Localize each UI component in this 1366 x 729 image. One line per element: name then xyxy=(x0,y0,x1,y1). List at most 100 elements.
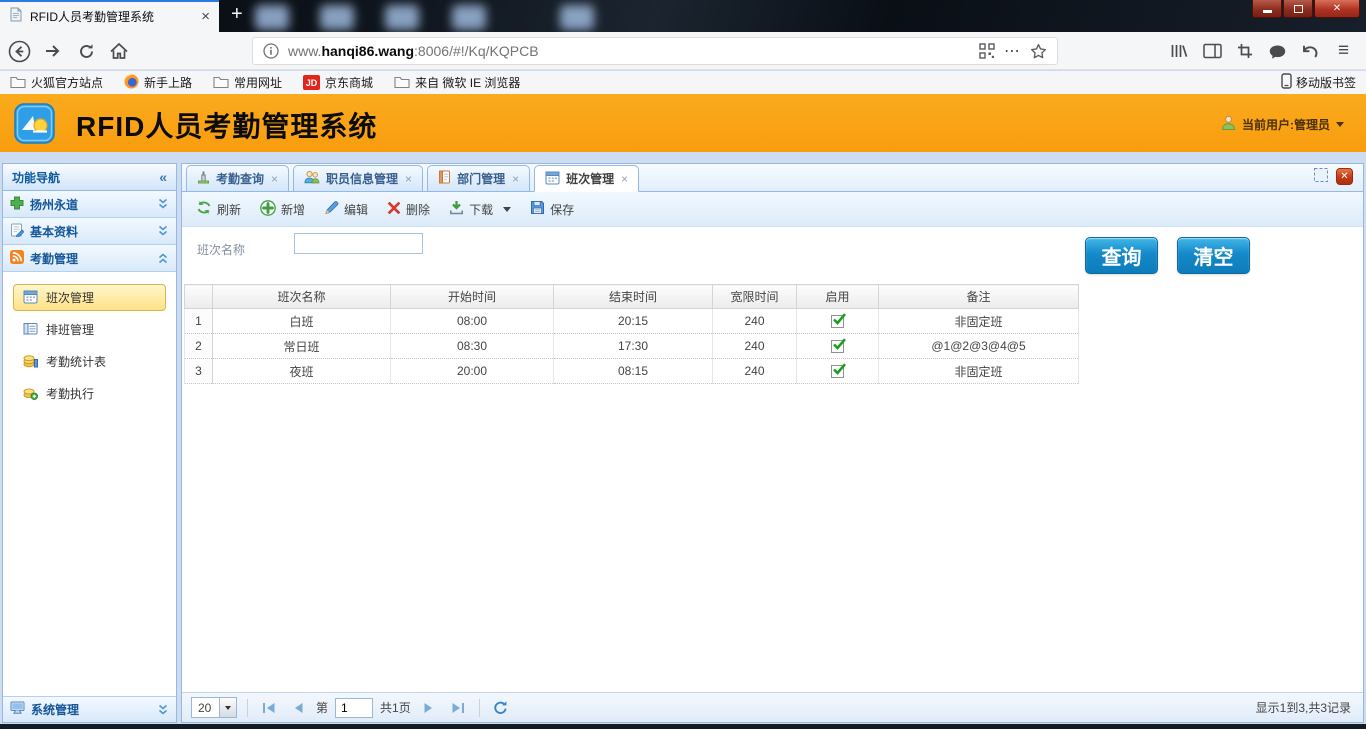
computer-icon xyxy=(10,701,25,718)
tab-department[interactable]: 部门管理 × xyxy=(427,165,530,192)
tab-staff-info[interactable]: 职员信息管理 × xyxy=(293,165,423,192)
browser-tab[interactable]: RFID人员考勤管理系统 × xyxy=(0,0,219,32)
bookmark-item[interactable]: 常用网址 xyxy=(213,74,282,91)
add-button[interactable]: 新增 xyxy=(253,196,312,223)
tab-close-icon[interactable]: × xyxy=(405,172,412,186)
tab-close-icon[interactable]: × xyxy=(621,172,628,186)
dropdown-caret-icon xyxy=(503,207,511,212)
table-row[interactable]: 2 常日班 08:30 17:30 240 @1@2@3@4@5 xyxy=(185,334,1079,359)
page-favicon-icon xyxy=(9,7,23,25)
prev-page-button[interactable] xyxy=(287,697,309,719)
divider xyxy=(247,699,248,717)
tab-shift-management[interactable]: 班次管理 × xyxy=(534,165,639,192)
sidebar-item-shift-management[interactable]: 班次管理 xyxy=(13,284,166,311)
sidebar-group-basic-data[interactable]: 基本资料 xyxy=(3,218,176,245)
first-page-button[interactable] xyxy=(258,697,280,719)
download-button[interactable]: 下载 xyxy=(442,196,518,222)
browser-navbar: www.hanqi86.wang:8006/#!/Kq/KQPCB ⋯ ≡ xyxy=(0,32,1366,70)
page-actions-icon[interactable]: ⋯ xyxy=(1004,41,1021,61)
home-icon[interactable] xyxy=(110,43,128,60)
bookmark-item[interactable]: 来自 微软 IE 浏览器 xyxy=(394,74,520,91)
sidebar-item-scheduling[interactable]: 排班管理 xyxy=(13,316,166,343)
site-info-icon[interactable] xyxy=(263,43,279,59)
page-number-input[interactable] xyxy=(335,698,373,718)
bookmark-star-icon[interactable] xyxy=(1030,43,1047,60)
desktop-icon-blob xyxy=(560,5,594,30)
back-icon[interactable] xyxy=(8,40,31,63)
current-user-menu[interactable]: 当前用户:管理员 xyxy=(1221,115,1344,133)
window-bottom-border xyxy=(0,724,1366,729)
table-row[interactable]: 3 夜班 20:00 08:15 240 非固定班 xyxy=(185,359,1079,384)
screenshot-icon[interactable] xyxy=(1237,43,1253,59)
col-start-time: 开始时间 xyxy=(391,285,554,309)
chat-bubble-icon[interactable] xyxy=(1268,44,1287,60)
url-bar[interactable]: www.hanqi86.wang:8006/#!/Kq/KQPCB ⋯ xyxy=(252,37,1058,65)
save-button[interactable]: 保存 xyxy=(523,196,581,222)
window-minimize-button[interactable] xyxy=(1252,0,1282,18)
query-button[interactable]: 查询 xyxy=(1085,237,1158,274)
sidebar-group-yangzhou[interactable]: 扬州永道 xyxy=(3,191,176,218)
edit-doc-icon xyxy=(10,223,24,240)
chevron-double-down-icon xyxy=(157,704,169,716)
page-size-select[interactable]: 20 xyxy=(191,697,237,718)
save-icon xyxy=(530,200,545,218)
bookmark-item[interactable]: 火狐官方站点 xyxy=(10,74,103,91)
tab-close-icon[interactable]: × xyxy=(271,172,278,186)
library-icon[interactable] xyxy=(1170,43,1189,59)
col-grace-time: 宽限时间 xyxy=(713,285,797,309)
enabled-checkbox-icon[interactable] xyxy=(831,365,844,378)
clear-button[interactable]: 清空 xyxy=(1177,237,1250,274)
window-close-button[interactable]: ✕ xyxy=(1314,0,1360,18)
bookmark-item[interactable]: JD 京东商城 xyxy=(303,74,373,91)
phone-icon xyxy=(1281,73,1292,92)
shift-name-label: 班次名称 xyxy=(197,241,245,258)
shift-name-input[interactable] xyxy=(294,233,423,254)
collapse-sidebar-icon[interactable]: « xyxy=(159,169,167,185)
refresh-button[interactable]: 刷新 xyxy=(189,196,248,222)
folder-icon xyxy=(10,75,26,91)
new-tab-button[interactable]: + xyxy=(231,3,243,26)
table-row[interactable]: 1 白班 08:00 20:15 240 非固定班 xyxy=(185,309,1079,334)
sidebar-group-system[interactable]: 系统管理 xyxy=(3,696,176,722)
shift-table: 班次名称 开始时间 结束时间 宽限时间 启用 备注 1 白班 08:00 20:… xyxy=(184,284,1079,384)
tab-close-icon[interactable]: × xyxy=(201,9,210,24)
forward-icon[interactable] xyxy=(44,43,62,59)
record-count-status: 显示1到3,共3记录 xyxy=(1256,699,1354,716)
table-header-row: 班次名称 开始时间 结束时间 宽限时间 启用 备注 xyxy=(185,285,1079,309)
sidebar-group-attendance[interactable]: 考勤管理 xyxy=(3,245,176,272)
qr-code-icon[interactable] xyxy=(979,43,995,59)
download-icon xyxy=(449,200,464,218)
building-icon xyxy=(197,170,210,187)
browser-tab-title: RFID人员考勤管理系统 xyxy=(30,8,194,25)
undo-icon[interactable] xyxy=(1301,43,1319,60)
tab-attendance-query[interactable]: 考勤查询 × xyxy=(186,165,289,192)
chevron-double-down-icon xyxy=(157,225,169,237)
reload-grid-icon[interactable] xyxy=(490,697,512,719)
col-end-time: 结束时间 xyxy=(554,285,713,309)
app-header: RFID人员考勤管理系统 当前用户:管理员 xyxy=(0,94,1366,152)
fullscreen-icon[interactable] xyxy=(1313,167,1329,186)
last-page-button[interactable] xyxy=(447,697,469,719)
sidebar-toggle-icon[interactable] xyxy=(1203,43,1222,59)
select-dropdown-icon[interactable] xyxy=(219,698,236,717)
page-prefix-label: 第 xyxy=(316,699,328,716)
sidebar-item-attendance-stats[interactable]: 考勤统计表 xyxy=(13,348,166,375)
edit-button[interactable]: 编辑 xyxy=(317,196,375,222)
delete-button[interactable]: 删除 xyxy=(380,197,437,222)
menu-icon[interactable]: ≡ xyxy=(1338,40,1349,62)
col-enabled: 启用 xyxy=(797,285,879,309)
content-toolbar: 刷新 新增 编辑 删除 下载 保存 xyxy=(182,192,1363,227)
reload-icon[interactable] xyxy=(78,43,95,60)
next-page-button[interactable] xyxy=(418,697,440,719)
sidebar-item-attendance-exec[interactable]: 考勤执行 xyxy=(13,380,166,407)
delete-x-icon xyxy=(387,201,401,218)
window-controls: ✕ xyxy=(1251,0,1360,18)
pencil-icon xyxy=(324,200,339,218)
enabled-checkbox-icon[interactable] xyxy=(831,315,844,328)
mobile-bookmarks-item[interactable]: 移动版书签 xyxy=(1281,73,1356,92)
window-maximize-button[interactable] xyxy=(1283,0,1313,18)
close-panel-icon[interactable]: ✕ xyxy=(1336,168,1353,185)
tab-close-icon[interactable]: × xyxy=(512,172,519,186)
enabled-checkbox-icon[interactable] xyxy=(831,340,844,353)
bookmark-item[interactable]: 新手上路 xyxy=(124,74,192,92)
